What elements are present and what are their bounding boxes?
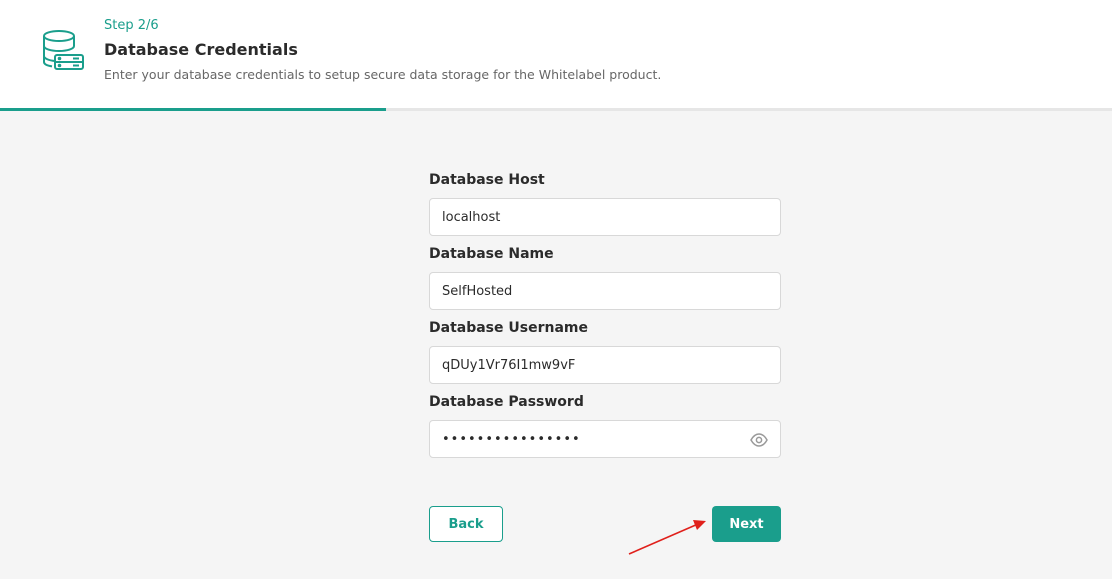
- page-header: Step 2/6 Database Credentials Enter your…: [0, 0, 1112, 109]
- database-username-input[interactable]: qDUy1Vr76I1mw9vF: [429, 346, 781, 384]
- step-indicator: Step 2/6: [104, 18, 159, 33]
- database-name-field: Database Name SelfHosted: [429, 246, 781, 310]
- database-username-field: Database Username qDUy1Vr76I1mw9vF: [429, 320, 781, 384]
- database-username-label: Database Username: [429, 320, 588, 336]
- database-password-input[interactable]: ••••••••••••••••: [429, 420, 781, 458]
- password-value: ••••••••••••••••: [442, 431, 581, 447]
- page-title: Database Credentials: [104, 40, 298, 59]
- progress-bar: [0, 108, 1112, 111]
- back-button[interactable]: Back: [429, 506, 503, 542]
- database-password-label: Database Password: [429, 394, 584, 410]
- database-name-input[interactable]: SelfHosted: [429, 272, 781, 310]
- database-host-field: Database Host localhost: [429, 172, 781, 236]
- database-server-icon: [43, 30, 84, 70]
- database-host-input[interactable]: localhost: [429, 198, 781, 236]
- form-actions: Back Next: [429, 506, 781, 542]
- database-name-label: Database Name: [429, 246, 554, 262]
- database-host-label: Database Host: [429, 172, 545, 188]
- next-button[interactable]: Next: [712, 506, 781, 542]
- credentials-form: Database Host localhost Database Name Se…: [429, 172, 781, 468]
- page-subtitle: Enter your database credentials to setup…: [104, 67, 662, 82]
- progress-fill: [0, 108, 386, 111]
- annotation-arrow-icon: [628, 520, 706, 555]
- eye-icon[interactable]: [750, 432, 768, 448]
- database-password-field: Database Password ••••••••••••••••: [429, 394, 781, 458]
